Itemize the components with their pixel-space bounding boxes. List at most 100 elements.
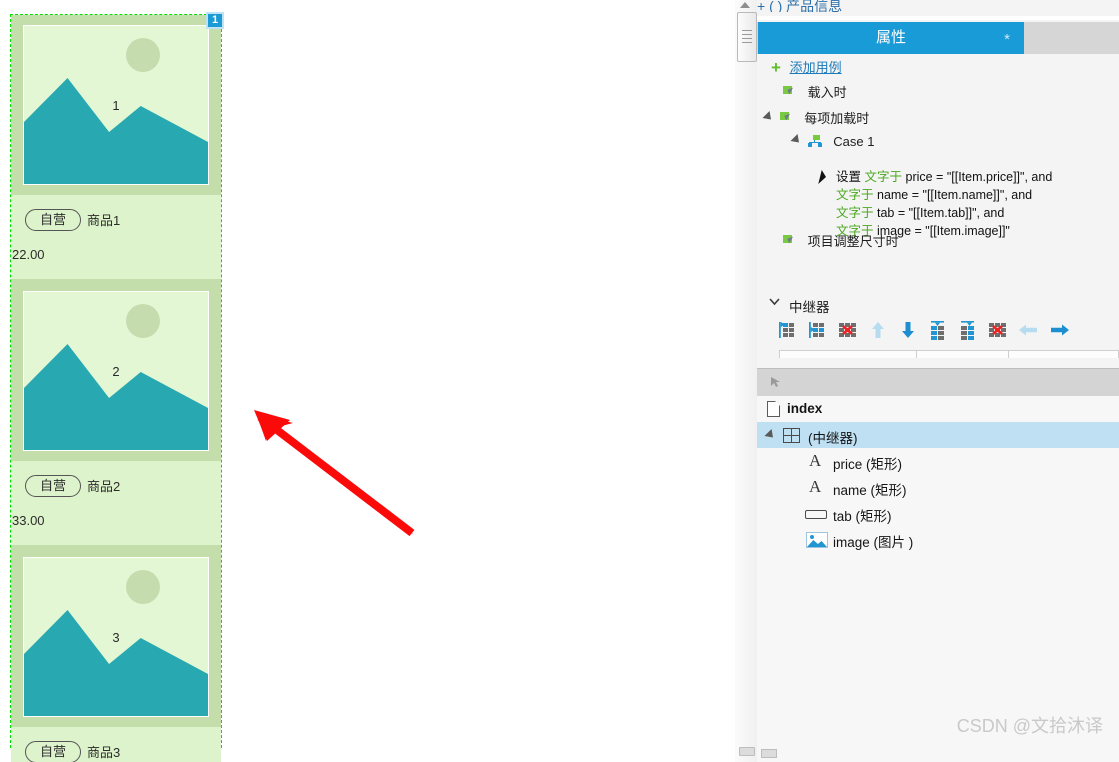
repeater-toolbar[interactable]	[777, 320, 1077, 346]
tree-row-name[interactable]: A name (矩形)	[757, 474, 1119, 500]
event-row-item-load[interactable]: 每项加载时	[762, 108, 870, 127]
action-green-0: 文字于	[864, 170, 903, 184]
repeater-widget[interactable]: 1 自营 商品1 22.00 2 自营 商品2 33.00 3 自营 商品3	[10, 14, 222, 762]
image-placeholder[interactable]: 2	[23, 291, 209, 451]
product-price: 22.00	[12, 247, 45, 262]
repeater-section-title: 中继器	[789, 300, 830, 315]
expand-triangle-icon[interactable]	[790, 133, 803, 147]
tab-modified-marker: *	[1004, 31, 1010, 48]
event-icon	[783, 235, 798, 249]
action-verb: 设置	[836, 170, 862, 184]
card-meta: 自营 商品3	[11, 727, 221, 762]
card-meta: 自营 商品1	[11, 195, 221, 247]
image-index-label: 1	[112, 97, 120, 113]
repeater-item[interactable]: 1 自营 商品1 22.00	[11, 15, 221, 279]
tree-row-label: image (图片 )	[833, 535, 914, 550]
action-black-2: tab = "[[Item.tab]]", and	[873, 206, 1005, 220]
text-A-icon: A	[809, 477, 822, 496]
watermark: CSDN @文拾沐译	[956, 716, 1103, 736]
datasheet-header-strip[interactable]	[779, 350, 1119, 358]
image-placeholder[interactable]: 1	[23, 25, 209, 185]
add-case-button[interactable]: + 添加用例	[771, 58, 842, 78]
tab-badge[interactable]: 自营	[25, 209, 81, 231]
case-row[interactable]: Case 1	[790, 133, 874, 149]
repeater-count-badge: 1	[206, 12, 224, 29]
delete-row-icon[interactable]	[987, 320, 1011, 342]
action-line: 文字于 name = "[[Item.name]]", and	[819, 186, 1119, 204]
horizontal-scrollbar-thumb[interactable]	[761, 749, 777, 758]
tab-badge[interactable]: 自营	[25, 741, 81, 762]
repeater-item[interactable]: 2 自营 商品2 33.00	[11, 281, 221, 545]
move-column-left-icon	[1019, 324, 1037, 336]
outline-toolbar[interactable]	[757, 368, 1119, 398]
tab-properties[interactable]: 属性 *	[758, 22, 1024, 54]
tree-row-label: price (矩形)	[833, 457, 903, 472]
add-row-below-icon[interactable]	[957, 320, 981, 342]
tab-properties-label: 属性	[875, 29, 906, 46]
case-icon	[807, 135, 824, 148]
action-bolt-icon	[819, 170, 831, 184]
chevron-down-icon[interactable]	[769, 296, 780, 307]
product-name: 商品3	[87, 745, 121, 760]
scrollbar-thumb[interactable]	[737, 12, 757, 62]
page-icon	[767, 401, 780, 417]
action-block[interactable]: 设置 文字于 price = "[[Item.price]]", and 文字于…	[819, 168, 1119, 240]
panel-body: + ( ) 产品信息 属性 * + 添加用例 载入时 每项加载时 Case 1 …	[757, 0, 1119, 762]
tree-row-label: index	[787, 401, 823, 416]
delete-column-icon[interactable]	[837, 320, 861, 342]
event-row-onload[interactable]: 载入时	[783, 82, 847, 101]
card-image-frame: 3	[11, 547, 221, 727]
tree-row-tab[interactable]: tab (矩形)	[757, 500, 1119, 526]
expand-triangle-icon[interactable]	[764, 428, 777, 442]
scrollbar-grip-icon	[738, 27, 756, 46]
event-row-item-resize[interactable]: 项目调整尺寸时	[783, 231, 899, 250]
move-row-up-icon	[872, 322, 884, 338]
tree-row-repeater[interactable]: (中继器)	[757, 422, 1119, 448]
card-price-row: 22.00	[11, 247, 221, 279]
product-name: 商品2	[87, 479, 121, 494]
card-image-frame: 1	[11, 15, 221, 195]
repeater-item[interactable]: 3 自营 商品3 44.00	[11, 547, 221, 762]
image-index-label: 2	[112, 363, 120, 379]
image-placeholder[interactable]: 3	[23, 557, 209, 717]
image-icon	[806, 532, 828, 548]
move-row-down-icon[interactable]	[897, 320, 921, 342]
event-icon	[779, 112, 795, 126]
action-line: 文字于 tab = "[[Item.tab]]", and	[819, 204, 1119, 222]
tree-row-index[interactable]: index	[757, 396, 1119, 422]
right-panel: + ( ) 产品信息 属性 * + 添加用例 载入时 每项加载时 Case 1 …	[735, 0, 1119, 762]
action-line: 设置 文字于 price = "[[Item.price]]", and	[819, 168, 1119, 186]
tree-row-label: name (矩形)	[833, 483, 907, 498]
rectangle-icon	[805, 510, 827, 519]
action-black-0: price = "[[Item.price]]", and	[902, 170, 1053, 184]
event-label: 项目调整尺寸时	[807, 234, 899, 249]
red-arrow-annotation	[254, 410, 415, 537]
tree-row-price[interactable]: A price (矩形)	[757, 448, 1119, 474]
plus-icon: +	[771, 58, 781, 77]
cursor-select-icon[interactable]	[769, 375, 783, 389]
repeater-section: 中继器	[757, 288, 1119, 366]
scrollbar-bottom-thumb[interactable]	[739, 747, 755, 756]
product-price: 33.00	[12, 513, 45, 528]
tab-badge[interactable]: 自营	[25, 475, 81, 497]
tree-row-image[interactable]: image (图片 )	[757, 526, 1119, 552]
tree-row-label: tab (矩形)	[833, 509, 892, 524]
scroll-up-arrow-icon[interactable]	[740, 2, 750, 8]
vertical-scrollbar[interactable]	[735, 0, 758, 762]
add-row-above-icon[interactable]	[927, 320, 951, 342]
text-A-icon: A	[809, 451, 822, 470]
event-label: 载入时	[807, 85, 847, 100]
action-green-1: 文字于	[836, 188, 874, 202]
move-column-right-icon[interactable]	[1047, 320, 1071, 342]
event-label: 每项加载时	[804, 111, 870, 126]
design-canvas[interactable]: 1 自营 商品1 22.00 2 自营 商品2 33.00 3 自营 商品3 1	[0, 0, 735, 762]
outline-tree[interactable]: index (中继器) A price (矩形) A name (矩形) tab…	[757, 396, 1119, 762]
tree-row-label: (中继器)	[808, 431, 858, 446]
properties-content: + 添加用例 载入时 每项加载时 Case 1 设置 文字于 price = "…	[757, 54, 1119, 288]
product-name: 商品1	[87, 213, 121, 228]
expand-triangle-icon[interactable]	[762, 110, 775, 124]
action-black-1: name = "[[Item.name]]", and	[873, 188, 1033, 202]
panel-top-partial-label: + ( ) 产品信息	[757, 0, 843, 12]
add-column-before-icon[interactable]	[777, 320, 801, 342]
add-column-after-icon[interactable]	[807, 320, 831, 342]
